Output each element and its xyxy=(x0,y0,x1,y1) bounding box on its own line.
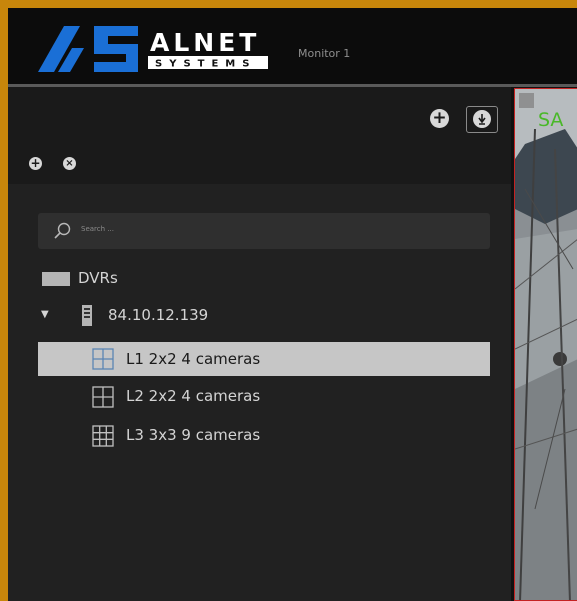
camera-image xyxy=(515,89,577,600)
alnet-logo: ALNET SYSTEMS xyxy=(38,26,268,72)
camera-feed[interactable]: SA xyxy=(514,88,577,601)
search-placeholder: Search ... xyxy=(81,225,114,233)
pin-icon xyxy=(473,110,491,128)
layout-item-l1[interactable]: L1 2x2 4 cameras xyxy=(38,342,490,376)
search-input[interactable]: Search ... xyxy=(38,213,490,249)
caret-down-icon[interactable]: ▼ xyxy=(41,300,49,330)
tree-label-server: 84.10.12.139 xyxy=(108,306,209,324)
grid-2x2-icon xyxy=(92,386,114,408)
side-panel: + + × Search ... DVRs ▼ 84.10.12.139 L1 … xyxy=(8,87,511,601)
close-icon[interactable]: × xyxy=(63,157,76,170)
logo-wordmark: ALNET xyxy=(150,28,260,57)
layout-label-l3: L3 3x3 9 cameras xyxy=(126,426,261,444)
folder-icon xyxy=(42,272,70,286)
layout-label-l1: L1 2x2 4 cameras xyxy=(126,350,261,368)
monitor-title: Monitor 1 xyxy=(298,47,351,60)
tree-label-dvrs: DVRs xyxy=(78,269,118,287)
computer-icon xyxy=(82,305,92,326)
search-icon xyxy=(54,222,71,239)
header-bar: ALNET SYSTEMS Monitor 1 xyxy=(8,8,577,87)
tree-item-server[interactable]: ▼ 84.10.12.139 xyxy=(8,300,511,330)
camera-name: SA xyxy=(538,109,564,131)
grid-3x3-icon xyxy=(92,425,114,447)
layout-item-l3[interactable]: L3 3x3 9 cameras xyxy=(38,420,490,450)
grid-2x2-icon xyxy=(92,348,114,370)
app-window: ALNET SYSTEMS Monitor 1 + + × Search ... xyxy=(8,8,577,601)
pin-button[interactable] xyxy=(466,106,498,133)
tree-item-dvrs[interactable]: DVRs xyxy=(8,263,511,293)
move-icon[interactable] xyxy=(519,93,534,108)
logo-subtitle: SYSTEMS xyxy=(155,59,256,70)
layout-item-l2[interactable]: L2 2x2 4 cameras xyxy=(38,381,490,411)
add-layout-icon[interactable]: + xyxy=(29,157,42,170)
add-icon[interactable]: + xyxy=(430,109,449,128)
layout-label-l2: L2 2x2 4 cameras xyxy=(126,387,261,405)
panel-toolbar: + + × xyxy=(8,87,511,184)
